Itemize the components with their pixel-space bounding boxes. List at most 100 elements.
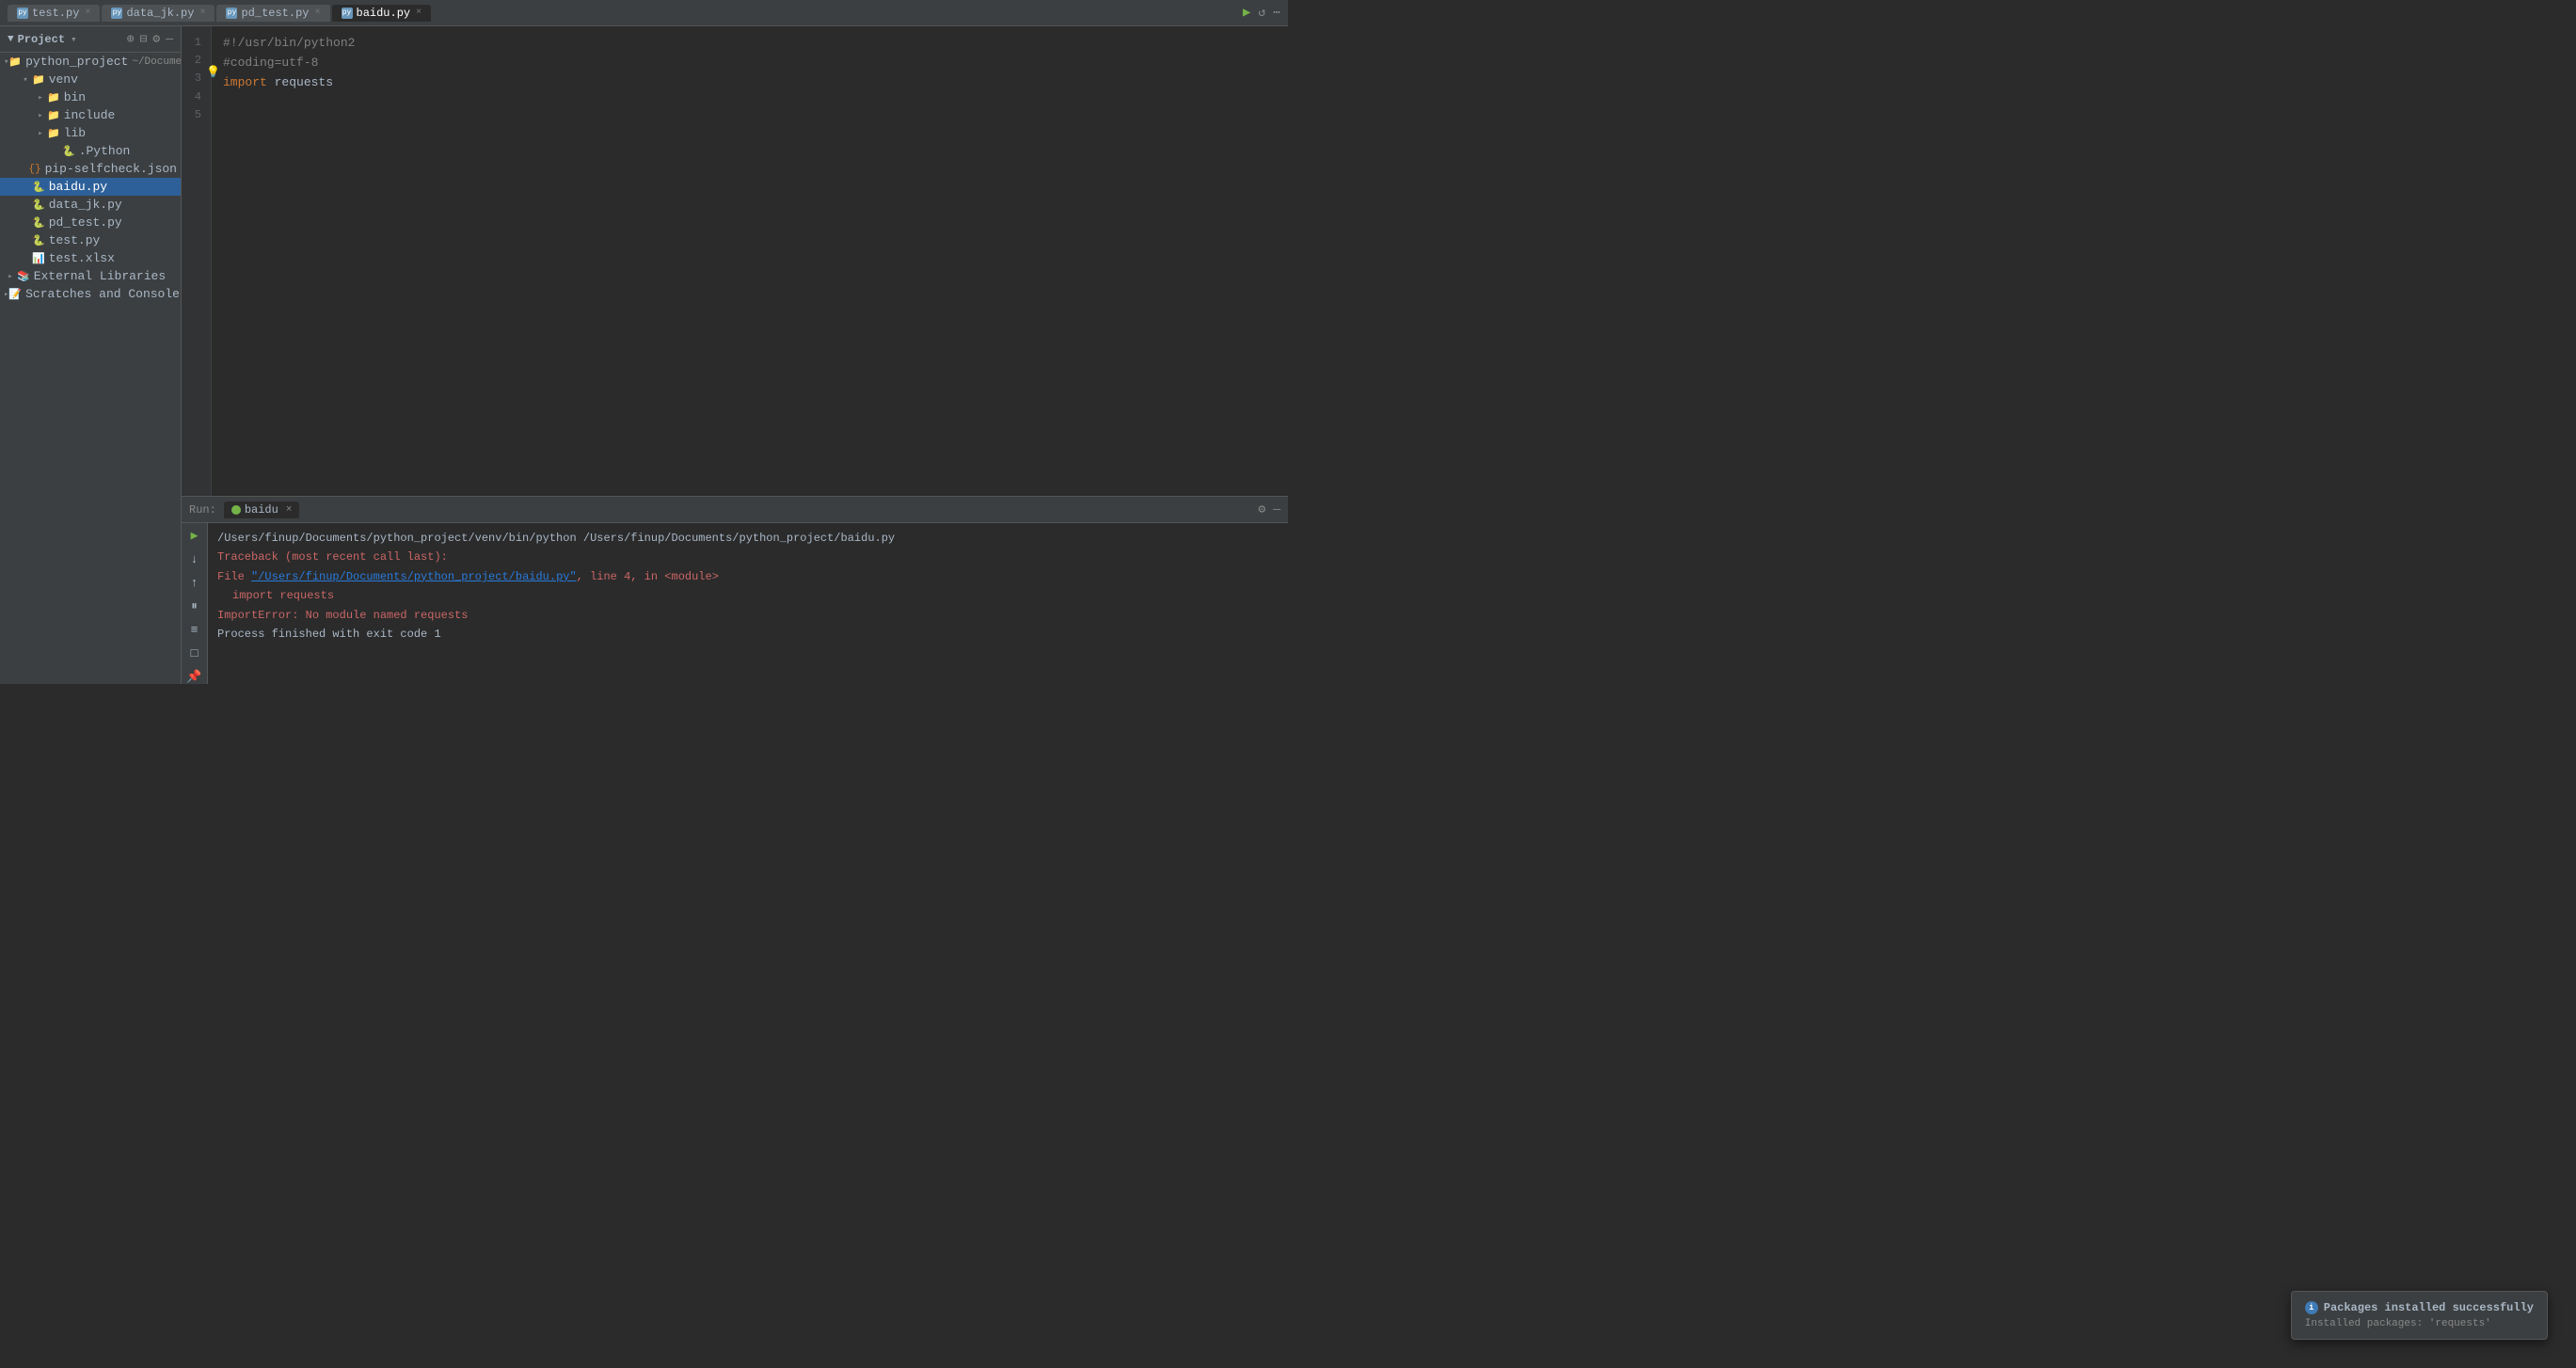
tree-data-jk-py-label: data_jk.py bbox=[49, 198, 122, 212]
main-layout: ▼ Project ▾ ⊕ ⊟ ⚙ — ▾📁python_project~/Do… bbox=[0, 26, 1288, 684]
tree-baidu-py-icon: 🐍 bbox=[32, 181, 45, 194]
tab-test-py-close[interactable]: × bbox=[85, 8, 90, 18]
line-numbers: 12345 bbox=[182, 26, 212, 496]
tree-pd-test-py[interactable]: 🐍 pd_test.py bbox=[0, 214, 181, 231]
run-output-line-4: ImportError: No module named requests bbox=[217, 606, 1279, 625]
code-content[interactable]: #!/usr/bin/python2#coding=utf-8💡import r… bbox=[212, 26, 1277, 496]
file-link[interactable]: "/Users/finup/Documents/python_project/b… bbox=[251, 570, 577, 583]
tab-test-py[interactable]: pytest.py× bbox=[8, 5, 100, 22]
tree-pd-test-py-label: pd_test.py bbox=[49, 215, 122, 230]
tree-python[interactable]: 🐍.Python bbox=[0, 142, 181, 160]
editor-right-gutter bbox=[1277, 26, 1288, 496]
lightbulb-icon[interactable]: 💡 bbox=[206, 64, 220, 82]
run-sidebar: ▶ ↓ ↑ ⏸ ≡ □ 📌 🗑 bbox=[182, 523, 208, 684]
sidebar-title: Project bbox=[18, 33, 65, 46]
tree-bin-icon: 📁 bbox=[47, 91, 60, 104]
tree-python-project-label: python_project bbox=[25, 55, 128, 69]
tree-lib-icon: 📁 bbox=[47, 127, 60, 140]
tab-baidu-py-close[interactable]: × bbox=[416, 8, 421, 18]
run-tab-icon bbox=[231, 505, 241, 515]
tab-pd-test-py-close[interactable]: × bbox=[314, 8, 320, 18]
tab-test-py-label: test.py bbox=[32, 7, 79, 20]
run-output: /Users/finup/Documents/python_project/ve… bbox=[208, 523, 1288, 684]
tree-test-py-label: test.py bbox=[49, 233, 101, 247]
run-play-btn[interactable]: ▶ bbox=[186, 529, 203, 543]
tree-test-py-icon: 🐍 bbox=[32, 234, 45, 247]
code-line-1: #!/usr/bin/python2 bbox=[223, 34, 1265, 54]
notification: i Packages installed successfully Instal… bbox=[2291, 1291, 2548, 1340]
code-line-2: #coding=utf-8 bbox=[223, 54, 1265, 73]
tree-test-xlsx[interactable]: 📊test.xlsx bbox=[0, 249, 181, 267]
title-bar-right: ▶ ↺ ⋯ bbox=[1243, 5, 1280, 21]
sidebar-tree: ▾📁python_project~/Documents/python_proje… bbox=[0, 53, 181, 303]
sidebar-header-icons: ⊕ ⊟ ⚙ — bbox=[127, 32, 173, 46]
tab-baidu-py[interactable]: pybaidu.py× bbox=[332, 5, 432, 22]
run-settings-icon[interactable]: ⚙ bbox=[1258, 502, 1265, 517]
run-down-btn[interactable]: ↓ bbox=[186, 552, 203, 566]
tree-ext-libs-label: External Libraries bbox=[34, 269, 166, 283]
editor-area: 12345 #!/usr/bin/python2#coding=utf-8💡im… bbox=[182, 26, 1288, 684]
code-text-1: #!/usr/bin/python2 bbox=[223, 34, 355, 54]
run-panel-actions: ⚙ — bbox=[1258, 502, 1280, 517]
tree-test-py[interactable]: 🐍 test.py bbox=[0, 231, 181, 249]
tree-baidu-py[interactable]: 🐍 baidu.py bbox=[0, 178, 181, 196]
tree-bin[interactable]: ▸📁bin bbox=[0, 88, 181, 106]
run-pause-btn[interactable]: ⏸ bbox=[186, 599, 203, 613]
tree-python-project[interactable]: ▾📁python_project~/Documents/python_proje… bbox=[0, 53, 181, 71]
tree-venv[interactable]: ▾📁venv bbox=[0, 71, 181, 88]
tree-include[interactable]: ▸📁include bbox=[0, 106, 181, 124]
run-icon[interactable]: ▶ bbox=[1243, 5, 1250, 21]
tree-ext-libs-arrow: ▸ bbox=[4, 272, 17, 281]
tab-pd-test-py-label: pd_test.py bbox=[241, 7, 309, 20]
reload-icon[interactable]: ↺ bbox=[1258, 6, 1265, 20]
tree-pd-test-py-icon: 🐍 bbox=[32, 216, 45, 230]
tree-lib[interactable]: ▸📁lib bbox=[0, 124, 181, 142]
run-panel-content: ▶ ↓ ↑ ⏸ ≡ □ 📌 🗑 /Users/finup/Documents/p… bbox=[182, 523, 1288, 684]
tab-pd-test-py[interactable]: py pd_test.py × bbox=[216, 5, 329, 22]
sidebar-dropdown-icon[interactable]: ▾ bbox=[71, 33, 77, 46]
tab-pd-test-py-icon: py bbox=[226, 8, 237, 19]
tree-test-xlsx-icon: 📊 bbox=[32, 252, 45, 265]
sidebar-fold-icon[interactable]: ▼ bbox=[8, 34, 14, 45]
run-panel-header: Run: baidu × ⚙ — bbox=[182, 497, 1288, 523]
run-up-btn[interactable]: ↑ bbox=[186, 576, 203, 590]
tab-data-jk-py-label: data_jk.py bbox=[126, 7, 194, 20]
add-icon[interactable]: ⊕ bbox=[127, 32, 135, 46]
tab-data-jk-py[interactable]: py data_jk.py × bbox=[102, 5, 215, 22]
line-number-4: 4 bbox=[182, 88, 205, 106]
run-tab-close[interactable]: × bbox=[286, 504, 293, 516]
run-panel: Run: baidu × ⚙ — ▶ ↓ ↑ ⏸ ≡ □ bbox=[182, 496, 1288, 684]
run-stop-btn[interactable]: □ bbox=[186, 646, 203, 660]
tree-ext-libs[interactable]: ▸📚External Libraries bbox=[0, 267, 181, 285]
tree-scratches-icon: 📝 bbox=[8, 288, 22, 301]
tree-scratches[interactable]: ▸📝Scratches and Consoles bbox=[0, 285, 181, 303]
line-number-1: 1 bbox=[182, 34, 205, 52]
split-icon[interactable]: ⊟ bbox=[140, 32, 148, 46]
tree-lib-arrow: ▸ bbox=[34, 129, 47, 138]
tab-data-jk-py-close[interactable]: × bbox=[199, 8, 205, 18]
settings-icon[interactable]: ⚙ bbox=[152, 32, 160, 46]
code-text-2: #coding=utf-8 bbox=[223, 54, 318, 73]
code-editor[interactable]: 12345 #!/usr/bin/python2#coding=utf-8💡im… bbox=[182, 26, 1288, 496]
run-minimize-icon[interactable]: — bbox=[1273, 502, 1280, 517]
tab-data-jk-py-icon: py bbox=[111, 8, 122, 19]
run-pin-btn[interactable]: 📌 bbox=[186, 670, 203, 684]
tree-python-project-sub: ~/Documents/python_project bbox=[132, 56, 182, 68]
tree-bin-arrow: ▸ bbox=[34, 93, 47, 103]
tree-pip-selfcheck[interactable]: {}pip-selfcheck.json bbox=[0, 160, 181, 178]
more-icon[interactable]: ⋯ bbox=[1273, 6, 1280, 20]
minimize-icon[interactable]: — bbox=[166, 32, 173, 46]
tree-include-label: include bbox=[64, 108, 116, 122]
tree-python-project-icon: 📁 bbox=[8, 56, 22, 69]
tree-pip-selfcheck-icon: {} bbox=[28, 164, 40, 175]
tree-venv-icon: 📁 bbox=[32, 73, 45, 87]
tree-data-jk-py[interactable]: 🐍data_jk.py bbox=[0, 196, 181, 214]
run-list-btn[interactable]: ≡ bbox=[186, 623, 203, 637]
sidebar: ▼ Project ▾ ⊕ ⊟ ⚙ — ▾📁python_project~/Do… bbox=[0, 26, 182, 684]
tab-baidu-py-icon: py bbox=[342, 8, 353, 19]
tree-baidu-py-label: baidu.py bbox=[49, 180, 107, 194]
run-output-line-6: Process finished with exit code 1 bbox=[217, 625, 1279, 644]
run-tab[interactable]: baidu × bbox=[224, 501, 300, 518]
line-number-3: 3 bbox=[182, 70, 205, 87]
code-text-4: import requests bbox=[223, 73, 333, 93]
